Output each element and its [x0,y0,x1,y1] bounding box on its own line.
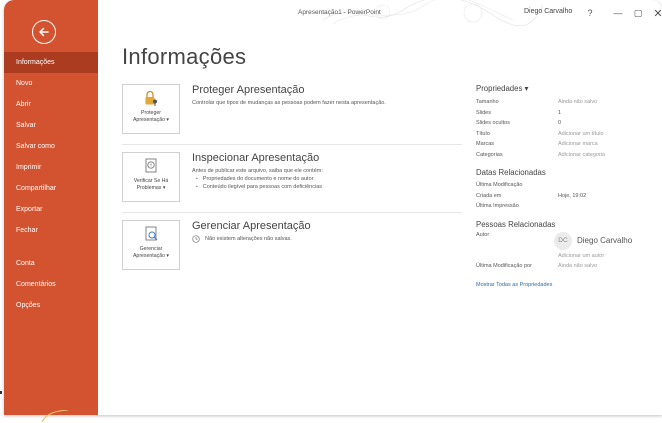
prop-row: Marcas Adicionar marca [476,139,656,150]
prop-label: Última Impressão [476,203,519,210]
protect-desc: Controlar que tipos de mudanças as pesso… [192,100,386,106]
tags-field[interactable]: Adicionar marca [558,141,598,147]
prop-row: Última Modificação por Ainda não salvo [476,261,656,272]
inspect-text: Inspecionar Apresentação Antes de public… [192,152,472,191]
manage-button-label-2: Apresentação ▾ [132,252,170,259]
divider [122,212,462,213]
nav-item-exportar[interactable]: Exportar [4,199,98,220]
nav-item-salvar[interactable]: Salvar [4,115,98,136]
categories-field[interactable]: Adicionar categoria [558,152,605,158]
inspect-title: Inspecionar Apresentação [192,152,320,164]
inspect-desc: Antes de publicar este arquivo, saiba qu… [192,168,323,174]
manage-text: Gerenciar Apresentação Não existem alter… [192,220,472,243]
prop-row: Tamanho Ainda não salvo [476,97,656,108]
prop-row: Slides ocultos 0 [476,118,656,129]
title-field[interactable]: Adicionar um título [558,131,604,137]
info-panel: Informações Proteger Apresentação ▾ Prot… [98,26,662,415]
properties-panel: Propriedades ▾ Tamanho Ainda não salvo S… [476,84,656,291]
protect-card: Proteger Apresentação ▾ Proteger Apresen… [122,84,452,140]
prop-value: 0 [558,120,562,127]
prop-row: Criada em Hoje, 19:02 [476,191,656,202]
help-button[interactable]: ? [582,6,598,20]
protect-text: Proteger Apresentação Controlar que tipo… [192,84,472,107]
nav-item-comentarios[interactable]: Comentários [4,274,98,295]
lock-key-icon [145,90,157,106]
screen-artifact [0,391,2,394]
prop-label: Última Modificação por [476,262,532,269]
manage-doc-icon [145,226,158,241]
inspect-bullet: Propriedades do documento e nome do auto… [192,175,472,183]
prop-label: Marcas [476,141,495,148]
nav-item-abrir[interactable]: Abrir [4,94,98,115]
prop-row: Slides 1 [476,108,656,119]
inspect-button-label-2: Problemas ▾ [136,184,166,191]
signed-in-user[interactable]: Diego Carvalho [524,8,572,15]
prop-row: Última Impressão [476,201,656,212]
avatar: DC [554,231,572,250]
properties-heading[interactable]: Propriedades ▾ [476,84,656,93]
nav-item-opcoes[interactable]: Opções [4,295,98,316]
manage-presentation-button[interactable]: Gerenciar Apresentação ▾ [122,220,180,270]
protect-button-label-2: Apresentação ▾ [132,116,170,123]
author-name: Diego Carvalho [577,236,633,245]
clock-icon [192,235,200,243]
inspect-bullet: Conteúdo ilegível para pessoas com defic… [192,183,472,191]
nav-item-salvar-como[interactable]: Salvar como [4,136,98,157]
show-all-row: Mostrar Todas as Propriedades [476,273,656,291]
add-author-field[interactable]: Adicionar um autor [558,253,632,259]
inspect-doc-icon [145,158,157,173]
prop-row: Categorias Adicionar categoria [476,150,656,161]
nav-item-imprimir[interactable]: Imprimir [4,157,98,178]
check-issues-button[interactable]: Verificar Se Há Problemas ▾ [122,152,180,202]
prop-value: Ainda não salvo [558,262,598,269]
prop-label: Última Modificação [476,182,523,189]
prop-value: Ainda não salvo [558,99,598,106]
author-row: Autor DC Diego Carvalho Adicionar um aut… [476,231,656,259]
divider [122,144,462,145]
nav-item-compartilhar[interactable]: Compartilhar [4,178,98,199]
prop-label: Slides [476,109,491,116]
nav-item-novo[interactable]: Novo [4,73,98,94]
minimize-button[interactable]: — [610,6,626,20]
prop-value: Hoje, 19:02 [558,192,587,199]
nav-item-conta[interactable]: Conta [4,253,98,274]
window-title: Apresentação1 - PowerPoint [298,9,381,16]
author-chip[interactable]: DC Diego Carvalho [554,231,633,250]
prop-label: Tamanho [476,99,499,106]
title-bar: Apresentação1 - PowerPoint Diego Carvalh… [98,0,662,26]
backstage-nav: Informações Novo Abrir Salvar Salvar com… [4,52,98,316]
desktop-curve-icon [41,410,69,423]
maximize-button[interactable]: ▢ [630,6,646,20]
prop-label: Título [476,130,490,137]
backstage-sidebar: Informações Novo Abrir Salvar Salvar com… [4,0,98,415]
prop-value: 1 [558,109,562,116]
people-heading: Pessoas Relacionadas [476,219,556,229]
page-title: Informações [122,44,247,69]
prop-row: Título Adicionar um título [476,129,656,140]
protect-title: Proteger Apresentação [192,84,305,96]
powerpoint-window: Informações Novo Abrir Salvar Salvar com… [4,0,662,415]
prop-label: Autor [476,231,490,238]
manage-state-text: Não existem alterações não salvas. [205,236,292,242]
dates-heading: Datas Relacionadas [476,168,546,177]
manage-card: Gerenciar Apresentação ▾ Gerenciar Apres… [122,220,452,276]
nav-item-informacoes[interactable]: Informações [4,52,98,73]
manage-title: Gerenciar Apresentação [192,220,311,232]
prop-label: Criada em [476,192,502,199]
prop-label: Slides ocultos [476,120,510,127]
manage-state: Não existem alterações não salvas. [192,235,472,243]
back-arrow-icon [39,27,49,37]
back-button[interactable] [32,20,56,44]
inspect-card: Verificar Se Há Problemas ▾ Inspecionar … [122,152,452,208]
prop-row: Última Modificação [476,180,656,191]
author-block: DC Diego Carvalho Adicionar um autor [554,231,632,259]
protect-presentation-button[interactable]: Proteger Apresentação ▾ [122,84,180,134]
nav-item-fechar[interactable]: Fechar [4,220,98,241]
show-all-properties-link[interactable]: Mostrar Todas as Propriedades [476,282,552,288]
prop-label: Categorias [476,151,503,158]
close-button[interactable]: ✕ [650,6,662,20]
